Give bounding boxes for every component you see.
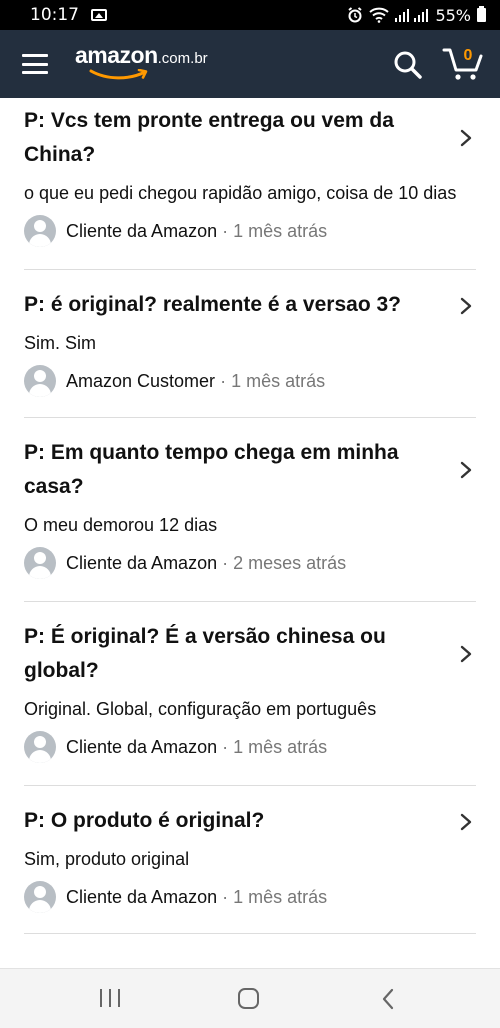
qa-item[interactable]: P: Vcs tem pronte entrega ou vem da Chin… — [24, 98, 476, 270]
author-row: Cliente da Amazon · 1 mês atrás — [24, 879, 476, 915]
alarm-icon — [348, 7, 363, 23]
signal-icon — [395, 9, 429, 22]
qa-item[interactable]: P: O produto é original? Sim, produto or… — [24, 786, 476, 934]
wifi-icon — [369, 7, 390, 23]
back-icon[interactable] — [380, 987, 396, 1011]
home-icon[interactable] — [238, 988, 259, 1009]
answer-time: 1 mês atrás — [233, 886, 328, 907]
answer-text: O meu demorou 12 dias — [24, 515, 218, 535]
author-name: Cliente da Amazon — [66, 220, 218, 241]
recent-apps-icon[interactable] — [100, 989, 120, 1007]
author-separator: · — [222, 736, 229, 757]
answer-text: Sim. Sim — [24, 333, 96, 353]
author-row: Cliente da Amazon · 1 mês atrás — [24, 213, 476, 249]
avatar-icon — [24, 731, 56, 763]
chevron-right-icon[interactable] — [458, 296, 474, 316]
chevron-right-icon[interactable] — [458, 812, 474, 832]
author-separator: · — [222, 552, 229, 573]
logo-suffix: .com.br — [157, 50, 208, 67]
author-row: Cliente da Amazon · 2 meses atrás — [24, 545, 476, 581]
cart-count: 0 — [463, 47, 473, 64]
author-name: Cliente da Amazon — [66, 552, 218, 573]
avatar-icon — [24, 547, 56, 579]
battery-icon — [477, 6, 486, 22]
author-name: Cliente da Amazon — [66, 736, 218, 757]
author-separator: · — [220, 370, 227, 391]
gallery-icon — [91, 9, 107, 21]
qa-item[interactable]: P: Em quanto tempo chega em minha casa? … — [24, 418, 476, 602]
answer-time: 1 mês atrás — [233, 220, 328, 241]
cart-icon[interactable]: 0 — [442, 46, 486, 82]
author-separator: · — [222, 220, 229, 241]
question-text[interactable]: P: É original? É a versão chinesa ou glo… — [24, 620, 476, 688]
author-row: Amazon Customer · 1 mês atrás — [24, 363, 476, 399]
author-separator: · — [222, 886, 229, 907]
question-text[interactable]: P: O produto é original? — [24, 804, 476, 838]
app-header: amazon.com.br 0 — [0, 30, 500, 98]
logo-smile-icon — [89, 69, 148, 80]
qa-item[interactable]: P: é original? realmente é a versao 3? S… — [24, 270, 476, 418]
system-nav-bar — [0, 968, 500, 1028]
question-text[interactable]: P: Em quanto tempo chega em minha casa? — [24, 436, 476, 504]
chevron-right-icon[interactable] — [458, 128, 474, 148]
author-row: Cliente da Amazon · 1 mês atrás — [24, 729, 476, 765]
avatar-icon — [24, 881, 56, 913]
answer-text: o que eu pedi chegou rapidão amigo, cois… — [24, 183, 457, 203]
chevron-right-icon[interactable] — [458, 460, 474, 480]
logo-word: amazon — [75, 42, 158, 68]
menu-icon[interactable] — [22, 54, 48, 74]
avatar-icon — [24, 365, 56, 397]
questions-list: P: Vcs tem pronte entrega ou vem da Chin… — [0, 98, 500, 968]
question-text[interactable]: P: é original? realmente é a versao 3? — [24, 288, 476, 322]
qa-item[interactable]: P: É original? É a versão chinesa ou glo… — [24, 602, 476, 786]
author-name: Cliente da Amazon — [66, 886, 218, 907]
avatar-icon — [24, 215, 56, 247]
status-bar: 10:17 55% — [0, 0, 500, 30]
status-icons-group: 55% — [347, 6, 486, 25]
question-text[interactable]: P: Vcs tem pronte entrega ou vem da Chin… — [24, 104, 476, 172]
answer-text: Original. Global, configuração em portug… — [24, 699, 377, 719]
amazon-logo[interactable]: amazon.com.br — [75, 42, 208, 82]
answer-time: 1 mês atrás — [231, 370, 326, 391]
status-time: 10:17 — [30, 5, 79, 25]
answer-text: Sim, produto original — [24, 849, 190, 869]
chevron-right-icon[interactable] — [458, 644, 474, 664]
answer-time: 1 mês atrás — [233, 736, 328, 757]
search-icon[interactable] — [393, 50, 423, 80]
author-name: Amazon Customer — [66, 370, 216, 391]
battery-percent: 55% — [435, 5, 471, 25]
answer-time: 2 meses atrás — [233, 552, 347, 573]
